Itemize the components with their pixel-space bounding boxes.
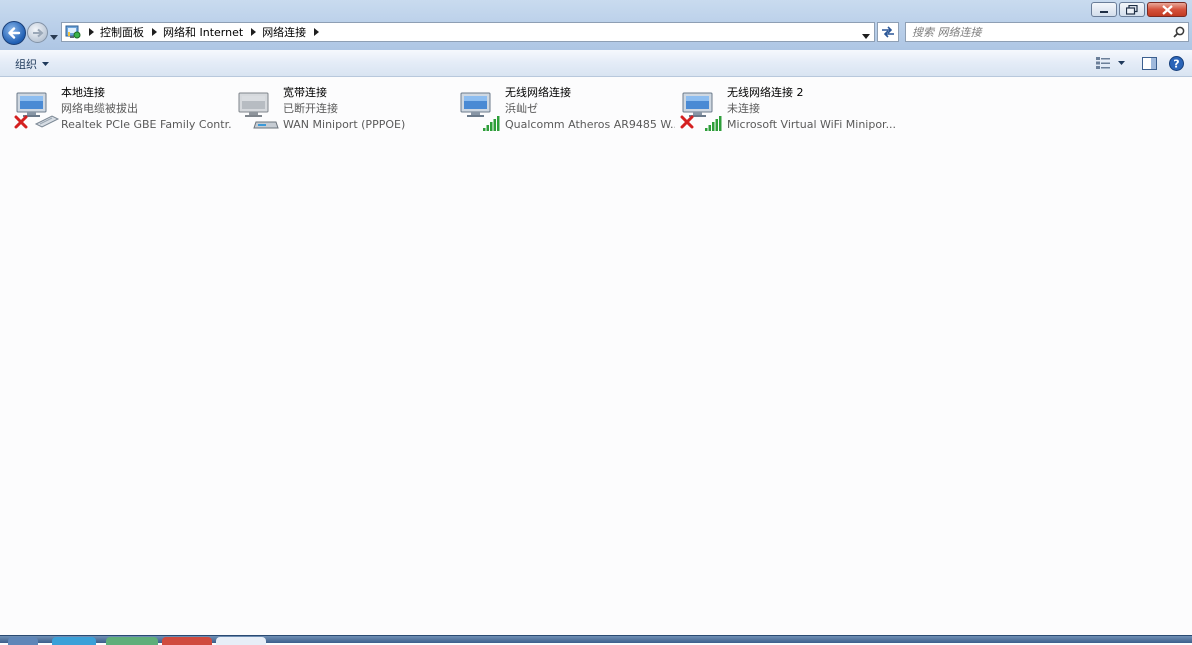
control-panel-icon: [65, 24, 81, 40]
chevron-down-icon: [1117, 61, 1125, 65]
view-options-icon: [1096, 57, 1110, 69]
connection-name: 宽带连接: [283, 86, 327, 99]
list-item-wireless-connection-2[interactable]: 无线网络连接 2 未连接 Microsoft Virtual WiFi Mini…: [680, 85, 900, 131]
breadcrumb-network-internet[interactable]: 网络和 Internet: [163, 24, 243, 40]
refresh-button[interactable]: [877, 22, 899, 42]
refresh-icon: [882, 26, 894, 38]
breadcrumb-label: 控制面板: [100, 26, 144, 39]
connection-name: 本地连接: [61, 86, 105, 99]
recent-pages-dropdown[interactable]: [50, 30, 58, 43]
chevron-down-icon: [50, 35, 58, 40]
breadcrumb-separator-icon[interactable]: [314, 28, 320, 36]
connection-name: 无线网络连接 2: [727, 86, 804, 99]
taskbar-item[interactable]: [106, 637, 158, 645]
window-titlebar: 控制面板 网络和 Internet 网络连接: [0, 0, 1192, 50]
chevron-down-icon: [862, 34, 870, 39]
taskbar-item[interactable]: [162, 637, 212, 645]
change-view-button[interactable]: [1092, 54, 1114, 72]
arrow-right-icon: [32, 28, 44, 37]
search-box[interactable]: [905, 22, 1189, 42]
chevron-down-icon: [42, 62, 49, 66]
connection-status: 未连接: [727, 102, 760, 115]
close-button[interactable]: [1147, 2, 1187, 17]
back-button[interactable]: [2, 21, 26, 45]
connection-device: Microsoft Virtual WiFi Minipor...: [727, 118, 897, 131]
search-input[interactable]: [906, 24, 1170, 40]
breadcrumb-control-panel[interactable]: 控制面板: [100, 24, 144, 40]
breadcrumb-separator-icon[interactable]: [152, 28, 157, 36]
view-dropdown-button[interactable]: [1114, 54, 1128, 72]
help-button[interactable]: ?: [1164, 54, 1188, 72]
connection-details: 宽带连接 已断开连接 WAN Miniport (PPPOE): [283, 85, 453, 133]
error-x-icon: [680, 115, 694, 129]
restore-icon: [1126, 4, 1138, 15]
address-history-dropdown[interactable]: [862, 29, 870, 42]
search-icon[interactable]: [1170, 26, 1188, 38]
breadcrumb-separator-icon[interactable]: [251, 28, 257, 36]
preview-pane-button[interactable]: [1134, 54, 1164, 72]
connection-details: 无线网络连接 浜屾ゼ Qualcomm Atheros AR9485 W...: [505, 85, 675, 133]
breadcrumb-label: 网络和 Internet: [163, 26, 244, 39]
list-item-local-connection[interactable]: 本地连接 网络电缆被拔出 Realtek PCIe GBE Family Con…: [14, 85, 234, 131]
connection-status: 浜屾ゼ: [505, 102, 538, 115]
connection-device: WAN Miniport (PPPOE): [283, 118, 406, 131]
taskbar-item-active[interactable]: [216, 637, 266, 645]
arrow-left-icon: [8, 27, 21, 39]
breadcrumb-network-connections[interactable]: 网络连接: [262, 24, 306, 40]
connection-details: 无线网络连接 2 未连接 Microsoft Virtual WiFi Mini…: [727, 85, 897, 133]
connection-details: 本地连接 网络电缆被拔出 Realtek PCIe GBE Family Con…: [61, 85, 231, 133]
organize-menu-button[interactable]: 组织: [15, 56, 49, 72]
error-x-icon: [14, 115, 28, 129]
help-icon: ?: [1168, 55, 1184, 71]
command-bar-right-tools: ?: [1092, 54, 1188, 72]
list-item-wireless-connection[interactable]: 无线网络连接 浜屾ゼ Qualcomm Atheros AR9485 W...: [458, 85, 678, 131]
start-button[interactable]: [8, 637, 38, 645]
preview-pane-icon: [1141, 56, 1157, 70]
breadcrumb-separator-icon[interactable]: [89, 28, 94, 36]
connection-device: Realtek PCIe GBE Family Contr...: [61, 118, 231, 131]
signal-strength-icon: [483, 116, 500, 131]
connection-status: 网络电缆被拔出: [61, 102, 138, 115]
forward-button[interactable]: [27, 22, 48, 43]
organize-label: 组织: [15, 58, 37, 71]
breadcrumb-label: 网络连接: [262, 26, 307, 39]
connection-device: Qualcomm Atheros AR9485 W...: [505, 118, 675, 131]
list-item-broadband-connection[interactable]: 宽带连接 已断开连接 WAN Miniport (PPPOE): [236, 85, 456, 131]
svg-text:?: ?: [1173, 57, 1179, 70]
command-bar: 组织 ?: [0, 50, 1192, 77]
maximize-button[interactable]: [1119, 2, 1145, 17]
broadband-modem-icon: [238, 92, 279, 129]
connections-list: 本地连接 网络电缆被拔出 Realtek PCIe GBE Family Con…: [0, 77, 1192, 635]
signal-strength-icon: [705, 116, 722, 131]
window-controls: [1091, 2, 1187, 17]
address-bar[interactable]: 控制面板 网络和 Internet 网络连接: [61, 22, 875, 42]
connection-name: 无线网络连接: [505, 86, 571, 99]
minimize-icon: [1100, 10, 1108, 13]
connection-status: 已断开连接: [283, 102, 338, 115]
minimize-button[interactable]: [1091, 2, 1117, 17]
close-icon: [1161, 4, 1173, 15]
taskbar-item[interactable]: [52, 637, 96, 645]
